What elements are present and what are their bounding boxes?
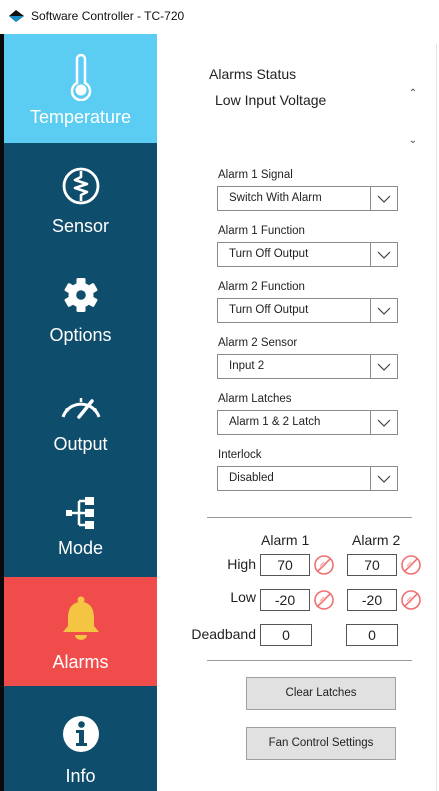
alarm-latches-select[interactable]: Alarm 1 & 2 Latch — [217, 410, 398, 435]
sidebar-item-label: Temperature — [29, 107, 132, 127]
alarm2-high-clear-icon[interactable] — [400, 554, 422, 576]
alarm-latches-label: Alarm Latches — [218, 393, 292, 405]
page-scroll-track[interactable] — [436, 44, 437, 791]
mode-tree-icon — [4, 492, 157, 534]
sensor-coil-icon — [4, 163, 157, 209]
sidebar: Temperature Sensor Options Output Mode A… — [0, 34, 157, 791]
divider — [207, 517, 412, 518]
sidebar-item-label: Output — [53, 434, 108, 454]
select-value: Switch With Alarm — [229, 192, 322, 204]
select-value: Disabled — [229, 472, 274, 484]
interlock-select[interactable]: Disabled — [217, 466, 398, 491]
title-bar: Software Controller - TC-720 — [0, 0, 439, 34]
sidebar-item-label: Sensor — [51, 216, 110, 236]
divider — [207, 660, 412, 661]
alarm1-column-header: Alarm 1 — [261, 532, 310, 548]
alarm1-function-label: Alarm 1 Function — [218, 225, 305, 237]
alarm2-deadband-input[interactable]: 0 — [346, 624, 398, 646]
alarm2-sensor-label: Alarm 2 Sensor — [218, 337, 298, 349]
gauge-icon — [4, 383, 157, 425]
alarm2-function-label: Alarm 2 Function — [218, 281, 305, 293]
alarm2-high-input[interactable]: 70 — [347, 554, 397, 576]
alarm1-signal-select[interactable]: Switch With Alarm — [217, 186, 398, 211]
interlock-label: Interlock — [218, 449, 262, 461]
select-value: Alarm 1 & 2 Latch — [229, 416, 321, 428]
gear-icon — [4, 274, 157, 316]
alarm1-function-select[interactable]: Turn Off Output — [217, 242, 398, 267]
chevron-down-icon — [371, 243, 397, 266]
sidebar-item-alarms[interactable]: Alarms — [4, 577, 157, 686]
alarm2-column-header: Alarm 2 — [352, 532, 401, 548]
alarms-status-title: Alarms Status — [209, 66, 297, 82]
deadband-label: Deadband — [191, 626, 256, 642]
alarm1-high-input[interactable]: 70 — [260, 554, 310, 576]
alarm2-low-input[interactable]: -20 — [347, 589, 397, 611]
high-label: High — [227, 556, 256, 572]
alarms-status-item: Low Input Voltage — [215, 92, 327, 108]
alarm1-low-clear-icon[interactable] — [313, 589, 335, 611]
sidebar-item-label: Mode — [57, 538, 104, 558]
alarm1-deadband-input[interactable]: 0 — [260, 624, 312, 646]
sidebar-item-mode[interactable]: Mode — [4, 470, 157, 579]
alarm2-function-select[interactable]: Turn Off Output — [217, 298, 398, 323]
select-value: Turn Off Output — [229, 304, 309, 316]
chevron-down-icon — [371, 355, 397, 378]
thermometer-icon — [4, 52, 157, 102]
sidebar-item-label: Options — [49, 325, 112, 345]
scroll-up-icon[interactable]: ⌃ — [407, 88, 419, 102]
sidebar-item-info[interactable]: Info — [4, 686, 157, 791]
low-label: Low — [230, 589, 256, 605]
sidebar-item-sensor[interactable]: Sensor — [4, 143, 157, 252]
select-value: Input 2 — [229, 360, 265, 372]
alarm2-sensor-select[interactable]: Input 2 — [217, 354, 398, 379]
select-value: Turn Off Output — [229, 248, 309, 260]
chevron-down-icon — [371, 467, 397, 490]
sidebar-item-label: Info — [65, 766, 96, 786]
bell-icon — [4, 591, 157, 645]
window-title: Software Controller - TC-720 — [31, 9, 185, 23]
sidebar-item-output[interactable]: Output — [4, 361, 157, 470]
alarm1-low-input[interactable]: -20 — [260, 589, 310, 611]
chevron-down-icon — [371, 299, 397, 322]
sidebar-item-temperature[interactable]: Temperature — [4, 34, 157, 143]
chevron-down-icon — [371, 411, 397, 434]
scroll-down-icon[interactable]: ⌄ — [407, 135, 419, 149]
clear-latches-button[interactable]: Clear Latches — [246, 677, 396, 710]
alarm1-signal-label: Alarm 1 Signal — [218, 169, 293, 181]
info-icon — [4, 712, 157, 756]
app-logo-icon — [8, 9, 25, 23]
alarm1-high-clear-icon[interactable] — [313, 554, 335, 576]
chevron-down-icon — [371, 187, 397, 210]
sidebar-item-label: Alarms — [52, 652, 109, 672]
fan-control-settings-button[interactable]: Fan Control Settings — [246, 727, 396, 760]
alarm2-low-clear-icon[interactable] — [400, 589, 422, 611]
sidebar-item-options[interactable]: Options — [4, 252, 157, 361]
